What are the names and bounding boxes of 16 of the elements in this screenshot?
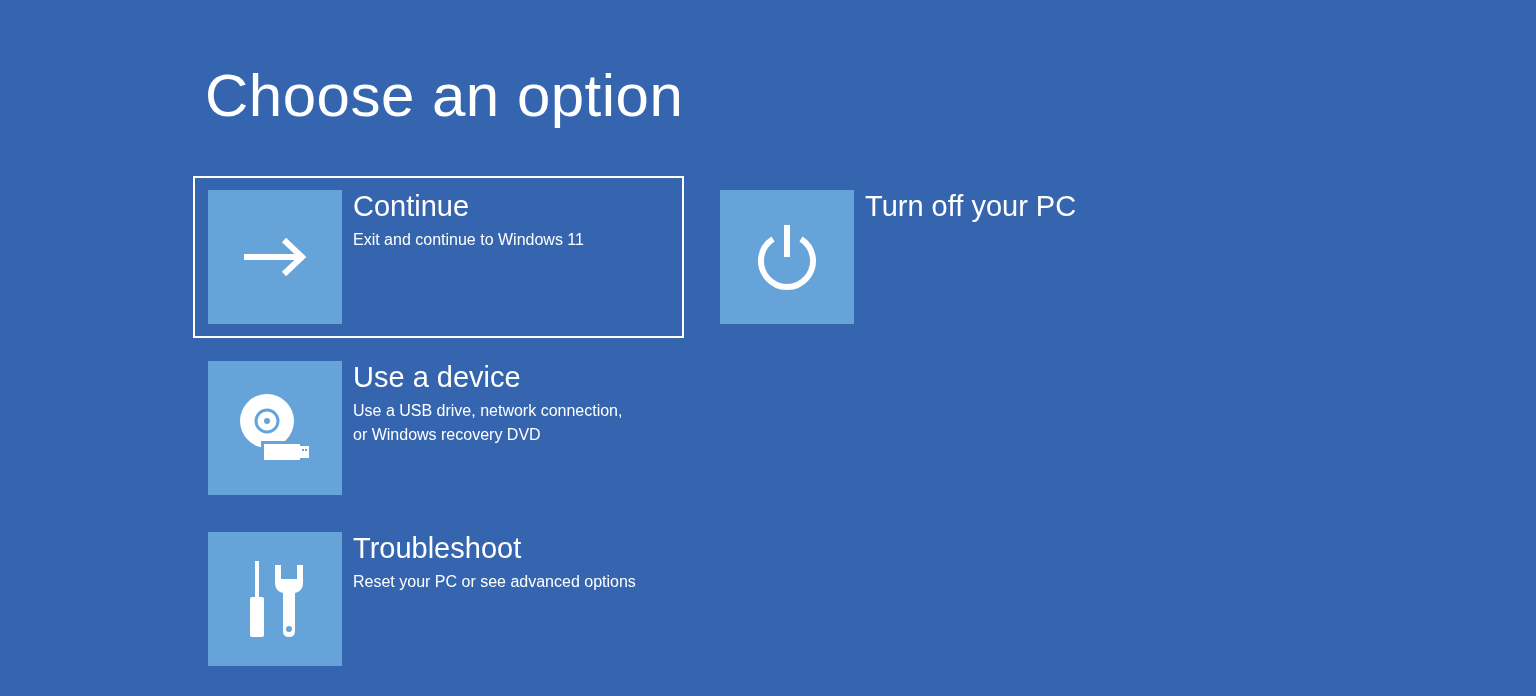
option-button[interactable]: Use a device Use a USB drive, network connection, or Windows recovery DVD: [193, 347, 684, 509]
option-description: Use a USB drive, network connection, or Windows recovery DVD: [353, 401, 623, 445]
power-icon: [755, 223, 819, 291]
option-button[interactable]: Troubleshoot Reset your PC or see advanced options: [193, 518, 684, 680]
option-title: Troubleshoot: [353, 532, 523, 564]
option-button[interactable]: Continue Exit and continue to Windows 11: [193, 176, 684, 338]
option-title: Turn off your PC: [865, 190, 1077, 222]
disc-usb-icon: [239, 393, 311, 463]
option-button[interactable]: Turn off your PC: [705, 176, 1196, 338]
option-title: Use a device: [353, 361, 522, 393]
option-description: Reset your PC or see advanced options: [353, 572, 636, 592]
arrow-icon: [242, 237, 308, 277]
option-title: Continue: [353, 190, 471, 222]
page-title: Choose an option: [205, 61, 685, 131]
option-description: Exit and continue to Windows 11: [353, 230, 584, 250]
screwdriver-wrench-icon: [247, 561, 303, 637]
